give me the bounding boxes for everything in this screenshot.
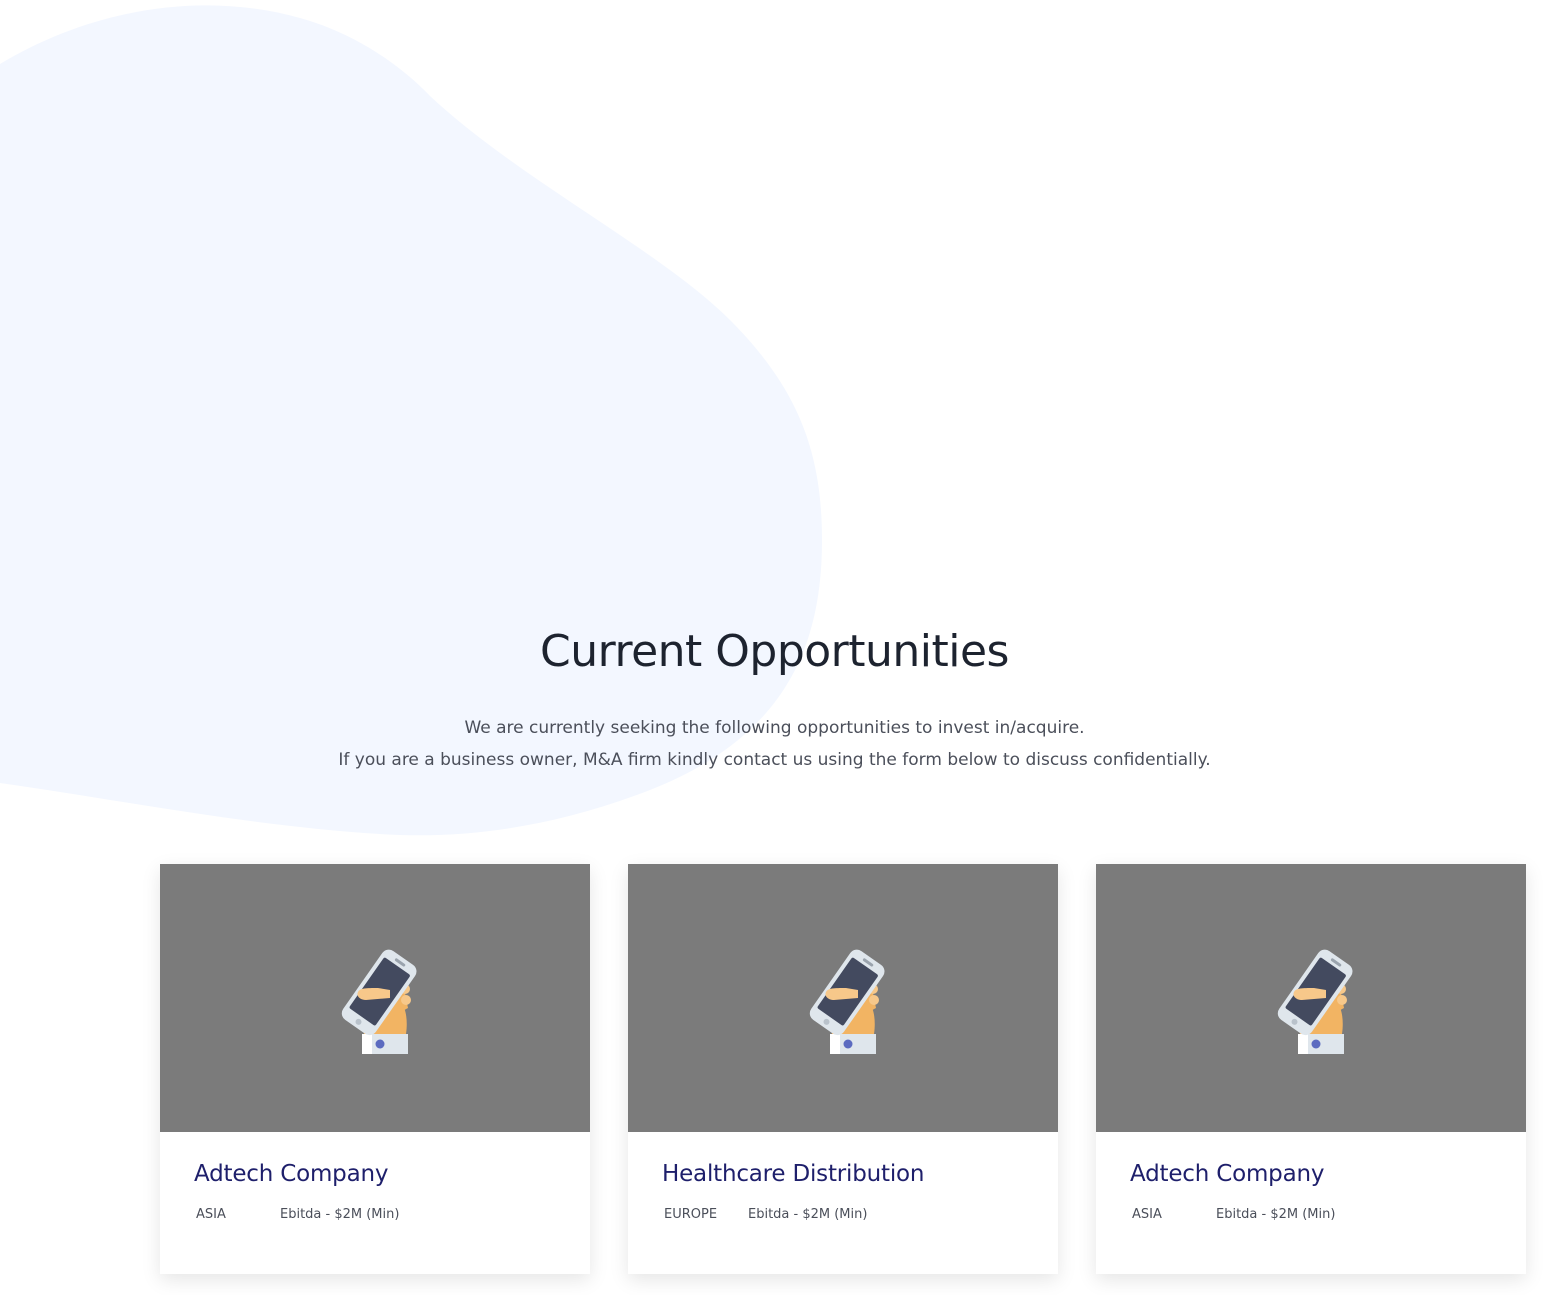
card-ebitda: Ebitda - $2M (Min) <box>280 1207 400 1222</box>
subtitle-line-1: We are currently seeking the following o… <box>464 718 1085 738</box>
hand-holding-phone-icon <box>1277 949 1353 1054</box>
card-meta: ASIA Ebitda - $2M (Min) <box>1130 1207 1492 1222</box>
card-ebitda: Ebitda - $2M (Min) <box>1216 1207 1336 1222</box>
card-image <box>1096 864 1526 1132</box>
card-meta: ASIA Ebitda - $2M (Min) <box>194 1207 556 1222</box>
card-body: Adtech Company ASIA Ebitda - $2M (Min) <box>160 1132 590 1222</box>
card-title[interactable]: Adtech Company <box>194 1161 556 1187</box>
card-image <box>628 864 1058 1132</box>
section-subtitle: We are currently seeking the following o… <box>0 712 1549 776</box>
card-body: Adtech Company ASIA Ebitda - $2M (Min) <box>1096 1132 1526 1222</box>
hand-holding-phone-icon <box>809 949 885 1054</box>
card-body: Healthcare Distribution EUROPE Ebitda - … <box>628 1132 1058 1222</box>
card-image <box>160 864 590 1132</box>
opportunity-cards: Adtech Company ASIA Ebitda - $2M (Min) H… <box>160 864 1526 1274</box>
hand-holding-phone-icon <box>341 949 417 1054</box>
card-region: ASIA <box>196 1207 226 1222</box>
card-meta: EUROPE Ebitda - $2M (Min) <box>662 1207 1024 1222</box>
card-region: ASIA <box>1132 1207 1162 1222</box>
opportunity-card[interactable]: Healthcare Distribution EUROPE Ebitda - … <box>628 864 1058 1274</box>
card-title[interactable]: Healthcare Distribution <box>662 1161 1024 1187</box>
card-ebitda: Ebitda - $2M (Min) <box>748 1207 868 1222</box>
opportunity-card[interactable]: Adtech Company ASIA Ebitda - $2M (Min) <box>160 864 590 1274</box>
card-title[interactable]: Adtech Company <box>1130 1161 1492 1187</box>
subtitle-line-2: If you are a business owner, M&A firm ki… <box>338 750 1211 770</box>
card-region: EUROPE <box>664 1207 718 1222</box>
opportunity-card[interactable]: Adtech Company ASIA Ebitda - $2M (Min) <box>1096 864 1526 1274</box>
section-title: Current Opportunities <box>540 626 1009 677</box>
